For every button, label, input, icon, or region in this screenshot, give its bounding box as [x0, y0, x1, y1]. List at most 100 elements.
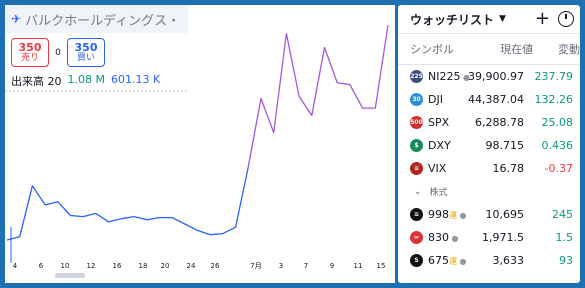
- chevron-down-icon: ⌄: [414, 186, 422, 197]
- x-tick-label: 16: [113, 262, 122, 270]
- data-point: [348, 83, 351, 86]
- add-symbol-icon[interactable]: +: [535, 10, 550, 28]
- row-change: 25.08: [541, 116, 574, 129]
- symbol-badge-icon: 500: [410, 116, 423, 129]
- watchlist-row[interactable]: 30 DJI 44,387.04 132.26: [398, 88, 580, 111]
- row-symbol: DJI: [428, 93, 468, 106]
- watchlist-row[interactable]: ≡ VIX 16.78 -0.37: [398, 157, 580, 180]
- sell-button[interactable]: 350 売り: [11, 38, 49, 67]
- row-last-price: 16.78: [492, 162, 525, 175]
- row-symbol: NI225 ●: [428, 70, 470, 83]
- data-point: [69, 214, 72, 217]
- data-point: [18, 235, 21, 238]
- symbol-text: 998: [428, 208, 449, 221]
- symbol-text: NI225: [428, 70, 461, 83]
- symbol-badge-icon: 30: [410, 93, 423, 106]
- symbol-text: SPX: [428, 116, 450, 129]
- row-last-price: 39,900.97: [468, 70, 524, 83]
- symbol-name: バルクホールディングス・: [25, 13, 181, 29]
- data-point: [260, 97, 263, 100]
- buy-label: 買い: [76, 52, 95, 63]
- row-change: -0.37: [544, 162, 573, 175]
- data-point: [272, 131, 275, 134]
- row-last-price: 10,695: [485, 208, 525, 221]
- data-point: [374, 107, 377, 110]
- watchlist-panel: ウォッチリスト ▼ + シンボル 現在値 変動 225 NI225 ● 39,900…: [398, 5, 580, 283]
- data-point: [183, 223, 186, 226]
- data-point: [107, 220, 110, 223]
- chevron-down-icon[interactable]: ▼: [499, 14, 506, 24]
- data-point: [361, 107, 364, 110]
- row-change: 0.436: [541, 139, 574, 152]
- x-tick-label: 7: [304, 262, 308, 270]
- data-point: [6, 239, 9, 242]
- x-tick-label: 15: [377, 262, 386, 270]
- data-point: [323, 46, 326, 49]
- series-line-before: [6, 166, 249, 241]
- x-tick-label: 11: [354, 262, 363, 270]
- watchlist-row[interactable]: 500 SPX 6,288.78 25.08: [398, 111, 580, 134]
- symbol-badge-icon: ∞: [410, 231, 423, 244]
- data-point: [171, 216, 174, 219]
- chart-panel[interactable]: 4 6 10 12 16 18 20 24 26 7月 3 7 9 11 15 ✈ バルクホールディングス・…: [5, 5, 395, 283]
- volume-legend[interactable]: 出来高 20 1.08 M 601.13 K: [11, 73, 160, 89]
- status-dot-icon: ●: [449, 234, 459, 243]
- sell-label: 売り: [20, 52, 39, 63]
- data-point: [94, 212, 97, 215]
- section-label: 株式: [429, 188, 448, 198]
- watchlist-row[interactable]: S 675運 ● 3,633 93: [398, 249, 580, 272]
- x-tick-label: 6: [39, 262, 44, 270]
- column-symbol[interactable]: シンボル: [398, 41, 469, 57]
- symbol-badge-icon: $: [410, 139, 423, 152]
- watchlist-title[interactable]: ウォッチリスト: [410, 11, 494, 28]
- watchlist-row[interactable]: ≡ 998運 ● 10,695 245: [398, 203, 580, 226]
- symbol-logo: ✈: [11, 12, 22, 26]
- section-stocks[interactable]: ⌄ 株式: [398, 180, 580, 203]
- data-point: [298, 95, 301, 98]
- data-point: [120, 217, 123, 220]
- clock-icon[interactable]: [558, 11, 574, 27]
- timeline-scroll-handle: [55, 273, 85, 278]
- watchlist-row[interactable]: ∞ 830 ● 1,971.5 1.5: [398, 226, 580, 249]
- watchlist-row[interactable]: 225 NI225 ● 39,900.97 237.79: [398, 65, 580, 88]
- data-point: [221, 232, 224, 235]
- symbol-text: DXY: [428, 139, 451, 152]
- watchlist-row[interactable]: $ DXY 98.715 0.436: [398, 134, 580, 157]
- row-symbol: VIX: [428, 162, 468, 175]
- spread-value: 0: [55, 47, 61, 58]
- watchlist-header: ウォッチリスト ▼ +: [398, 5, 580, 34]
- x-tick-label: 9: [330, 262, 334, 270]
- symbol-badge-icon: ≡: [410, 162, 423, 175]
- status-dot-icon: ●: [457, 211, 467, 220]
- row-symbol: DXY: [428, 139, 468, 152]
- x-tick-label: 18: [139, 262, 148, 270]
- data-point: [31, 184, 34, 187]
- x-tick-label: 12: [87, 262, 96, 270]
- x-tick-label: 24: [187, 262, 196, 270]
- symbol-mark: 運: [449, 211, 457, 220]
- data-point: [44, 203, 47, 206]
- data-point: [234, 226, 237, 229]
- row-symbol: 675運 ●: [428, 254, 468, 267]
- column-last[interactable]: 現在値: [469, 41, 533, 57]
- buy-price: 350: [74, 40, 98, 54]
- symbol-text: DJI: [428, 93, 443, 106]
- x-tick-label: 20: [161, 262, 170, 270]
- symbol-text: VIX: [428, 162, 447, 175]
- symbol-badge-icon: 225: [410, 70, 423, 83]
- row-last-price: 6,288.78: [475, 116, 524, 129]
- data-point: [145, 218, 148, 221]
- data-point: [336, 81, 339, 84]
- column-change[interactable]: 変動: [533, 41, 580, 57]
- row-symbol: SPX: [428, 116, 468, 129]
- x-tick-label: 7月: [250, 262, 261, 270]
- data-point: [285, 32, 288, 35]
- x-tick-label: 4: [13, 262, 18, 270]
- buy-button[interactable]: 350 買い: [67, 38, 105, 67]
- row-change: 1.5: [555, 231, 574, 244]
- data-point: [56, 200, 59, 203]
- symbol-text: 675: [428, 254, 449, 267]
- data-point: [133, 215, 136, 218]
- symbol-title-bar[interactable]: ✈ バルクホールディングス・: [5, 5, 188, 33]
- data-point: [310, 114, 313, 117]
